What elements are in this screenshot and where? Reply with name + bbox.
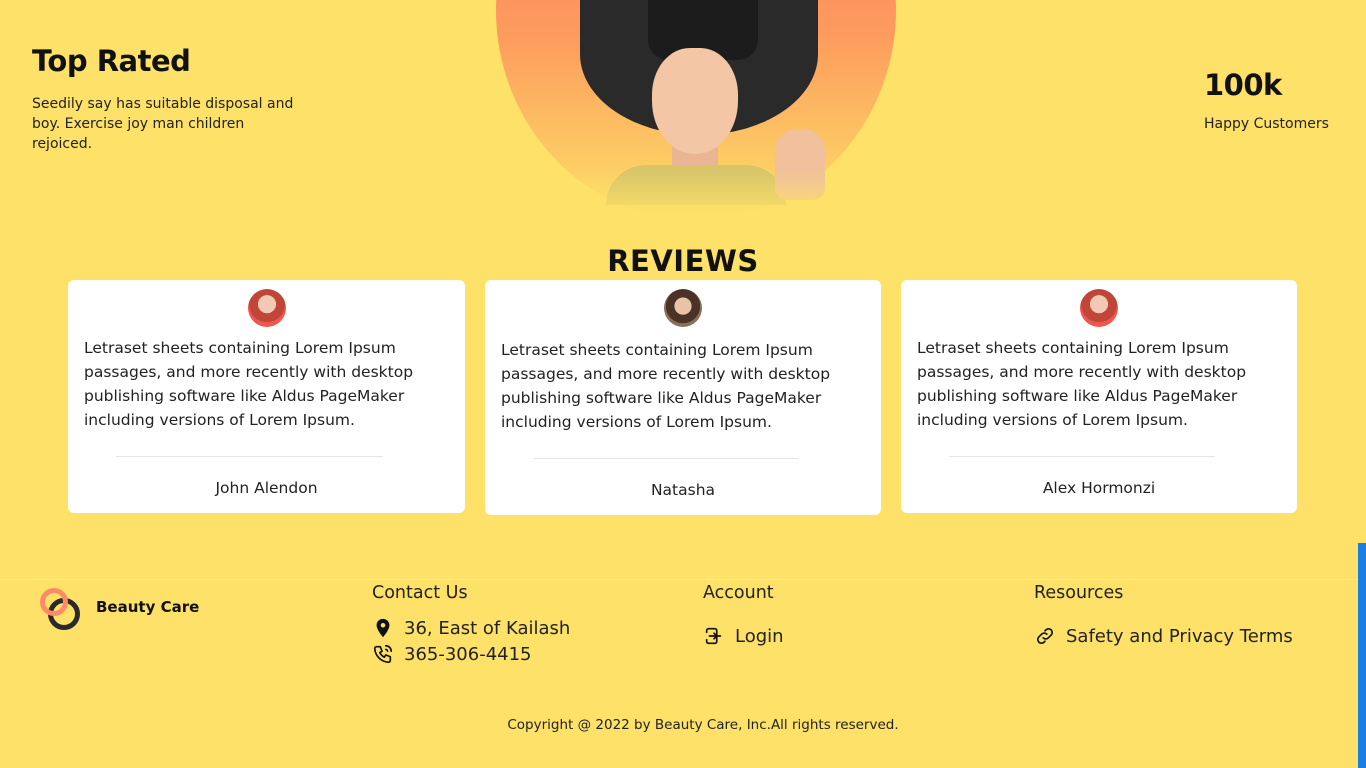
reviewer-avatar (247, 289, 286, 327)
reviewer-name: John Alendon (215, 479, 318, 497)
hero-face (652, 48, 738, 154)
brand-logo-icon (40, 588, 82, 630)
review-divider (533, 458, 799, 459)
footer-brand[interactable]: Beauty Care (40, 588, 199, 630)
footer-divider (0, 579, 1358, 580)
account-title: Account (703, 583, 774, 603)
safety-privacy-link[interactable]: Safety and Privacy Terms (1034, 625, 1293, 647)
footer-contact: Contact Us 36, East of Kailash 365-306-4… (372, 583, 570, 665)
stat-label: Happy Customers (1204, 116, 1329, 132)
review-text: Letraset sheets containing Lorem Ipsum p… (917, 339, 1247, 429)
login-icon (705, 627, 722, 645)
review-divider (116, 456, 383, 457)
contact-address-text: 36, East of Kailash (404, 617, 571, 639)
reviewer-name: Alex Hormonzi (1042, 479, 1156, 497)
contact-address: 36, East of Kailash (372, 617, 570, 639)
footer-resources: Resources Safety and Privacy Terms (1034, 583, 1293, 647)
review-text: Letraset sheets containing Lorem Ipsum p… (84, 339, 414, 429)
review-text: Letraset sheets containing Lorem Ipsum p… (501, 341, 831, 431)
resources-title: Resources (1034, 583, 1124, 603)
top-rated-text: Seedily say has suitable disposal and bo… (32, 96, 294, 152)
contact-phone-text: 365-306-4415 (404, 643, 532, 665)
review-card: Letraset sheets containing Lorem Ipsum p… (901, 280, 1297, 513)
scrollbar-thumb[interactable] (1358, 543, 1366, 768)
login-text: Login (735, 625, 784, 647)
review-card: Letraset sheets containing Lorem Ipsum p… (485, 280, 881, 515)
review-divider (949, 456, 1215, 457)
brand-name: Beauty Care (96, 598, 200, 616)
reviewer-avatar (1080, 289, 1118, 327)
copyright-text: Copyright @ 2022 by Beauty Care, Inc.All… (507, 717, 899, 733)
hero-fade (496, 170, 896, 220)
phone-icon (373, 644, 393, 664)
contact-title: Contact Us (372, 583, 468, 603)
reviewer-name: Natasha (650, 481, 716, 499)
top-rated-title: Top Rated (32, 44, 191, 78)
happy-customers-stat: 100k Happy Customers (1204, 68, 1329, 132)
reviews-title: REVIEWS (607, 244, 759, 278)
stat-number: 100k (1204, 68, 1282, 102)
login-link[interactable]: Login (703, 625, 784, 647)
location-pin-icon (376, 618, 390, 638)
top-rated-section: Top Rated Seedily say has suitable dispo… (32, 44, 312, 154)
contact-phone[interactable]: 365-306-4415 (372, 643, 570, 665)
safety-privacy-text: Safety and Privacy Terms (1066, 625, 1293, 647)
footer-account: Account Login (703, 583, 784, 647)
reviewer-avatar (664, 289, 702, 327)
review-card: Letraset sheets containing Lorem Ipsum p… (68, 280, 465, 513)
link-icon (1036, 627, 1054, 645)
